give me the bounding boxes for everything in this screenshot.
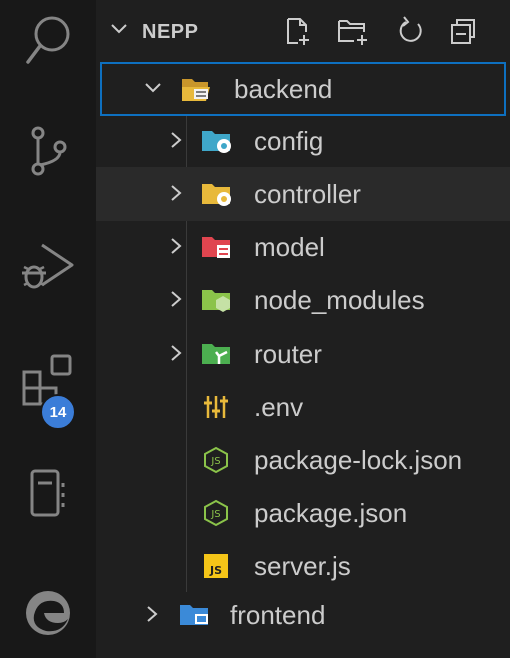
tree-item-label: frontend [230,600,326,630]
notebook-icon[interactable] [0,458,96,528]
tree-item-label: package-lock.json [254,445,463,475]
folder-config-icon [202,131,231,153]
tree-item-label: controller [254,179,361,209]
folder-controller-icon [202,184,231,206]
tree-item-node-modules[interactable]: node_modules [96,273,510,327]
collapse-all-icon[interactable] [448,16,478,46]
tree-item-config[interactable]: config [96,114,510,168]
tree-item-label: config [254,126,324,156]
explorer-panel: NEPP backend config controller model nod… [96,0,510,658]
tree-item-label: package.json [254,498,408,528]
chevron-down-icon[interactable] [110,22,128,36]
tree-item-label: .env [254,392,304,422]
edge-icon[interactable] [0,578,96,648]
nodejs-icon: JS [204,446,228,474]
search-icon[interactable] [0,5,96,75]
tree-item-backend[interactable]: backend [100,62,506,116]
tree-item-router[interactable]: router [96,327,510,381]
folder-model-icon [202,237,230,258]
chevron-right-icon [171,132,182,148]
settings-sliders-icon [204,396,228,418]
tree-item-label: model [254,232,325,262]
tree-item-env[interactable]: .env [96,380,510,434]
extensions-badge: 14 [40,394,76,430]
refresh-icon[interactable] [396,16,426,46]
folder-router-icon [202,344,230,364]
tree-item-label: router [254,339,322,369]
chevron-right-icon [171,185,182,201]
new-folder-icon[interactable] [336,16,370,46]
chevron-right-icon [171,238,182,254]
folder-node-icon [202,290,230,312]
run-debug-icon[interactable] [0,230,96,300]
workspace-folder-name: NEPP [142,21,199,43]
svg-text:JS: JS [209,564,222,577]
tree-item-package[interactable]: JS package.json [96,486,510,540]
javascript-file-icon: JS [204,554,228,578]
tree-item-model[interactable]: model [96,220,510,274]
tree-item-frontend[interactable]: frontend [96,588,510,642]
svg-text:JS: JS [210,456,220,467]
tree-item-label: server.js [254,551,351,581]
tree-item-label: node_modules [254,285,425,315]
svg-text:JS: JS [210,509,220,520]
tree-item-package-lock[interactable]: JS package-lock.json [96,433,510,487]
tree-item-label: backend [234,74,333,104]
chevron-right-icon [171,291,182,307]
new-file-icon[interactable] [282,16,312,46]
nodejs-icon: JS [204,499,228,527]
chevron-down-icon [145,83,161,93]
folder-frontend-icon [180,605,208,625]
explorer-header[interactable]: NEPP [96,0,510,62]
chevron-right-icon [171,345,182,361]
tree-item-server[interactable]: JS server.js [96,539,510,593]
tree-item-controller[interactable]: controller [96,167,510,221]
chevron-right-icon [147,606,158,622]
source-control-icon[interactable] [0,116,96,186]
activity-bar: 14 [0,0,96,658]
folder-open-icon [182,79,210,101]
